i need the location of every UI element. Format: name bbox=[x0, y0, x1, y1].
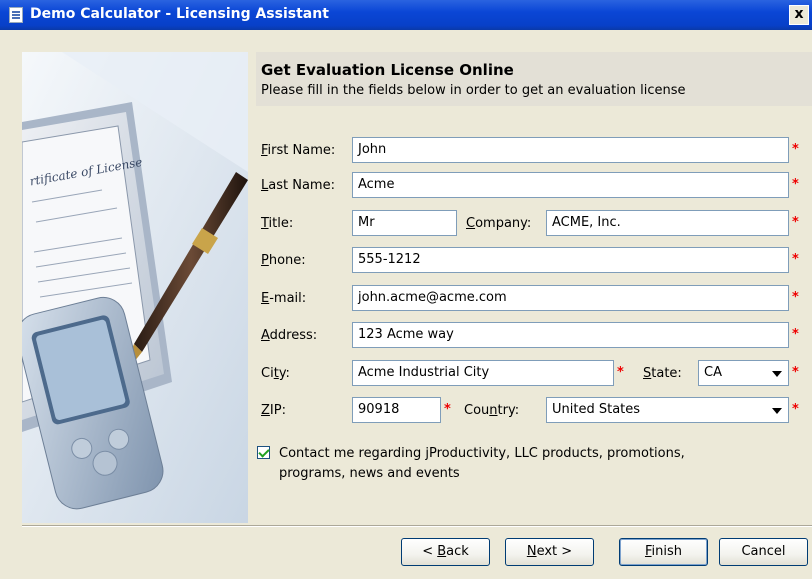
app-icon bbox=[9, 7, 23, 23]
required-marker: * bbox=[792, 290, 799, 305]
state-label: State: bbox=[643, 366, 682, 381]
email-label: E-mail: bbox=[261, 291, 307, 306]
title-bar: Demo Calculator - Licensing Assistant x bbox=[0, 0, 812, 30]
city-label: City: bbox=[261, 366, 290, 381]
contact-checkbox-label[interactable]: Contact me regarding jProductivity, LLC … bbox=[279, 444, 779, 484]
required-marker: * bbox=[792, 327, 799, 342]
title-label: Title: bbox=[261, 216, 294, 231]
required-marker: * bbox=[792, 177, 799, 192]
company-field[interactable]: ACME, Inc. bbox=[546, 210, 789, 236]
footer-divider bbox=[22, 525, 812, 527]
close-button[interactable]: x bbox=[789, 5, 809, 25]
required-marker: * bbox=[617, 365, 624, 380]
page-subtitle: Please fill in the fields below in order… bbox=[261, 83, 686, 98]
required-marker: * bbox=[792, 142, 799, 157]
phone-label: Phone: bbox=[261, 253, 306, 268]
page-title: Get Evaluation License Online bbox=[261, 61, 514, 79]
country-value: United States bbox=[552, 402, 641, 417]
finish-button[interactable]: Finish bbox=[619, 538, 708, 566]
first-name-field[interactable]: John bbox=[352, 137, 789, 163]
phone-field[interactable]: 555-1212 bbox=[352, 247, 789, 273]
city-field[interactable]: Acme Industrial City bbox=[352, 360, 614, 386]
certificate-pen-illustration: rtificate of License bbox=[22, 52, 248, 523]
chevron-down-icon bbox=[772, 371, 782, 377]
zip-label: ZIP: bbox=[261, 403, 286, 418]
contact-label-line1: Contact me regarding jProductivity, LLC … bbox=[279, 446, 685, 461]
cancel-button[interactable]: Cancel bbox=[719, 538, 808, 566]
required-marker: * bbox=[792, 365, 799, 380]
address-label: Address: bbox=[261, 328, 318, 343]
country-label: Country: bbox=[464, 403, 520, 418]
close-icon: x bbox=[794, 6, 804, 22]
email-field[interactable]: john.acme@acme.com bbox=[352, 285, 789, 311]
contact-checkbox[interactable] bbox=[257, 446, 270, 459]
back-button[interactable]: < Back bbox=[401, 538, 490, 566]
address-field[interactable]: 123 Acme way bbox=[352, 322, 789, 348]
wizard-illustration: rtificate of License bbox=[22, 52, 248, 523]
state-value: CA bbox=[704, 365, 722, 380]
required-marker: * bbox=[444, 402, 451, 417]
country-select[interactable]: United States bbox=[546, 397, 789, 423]
chevron-down-icon bbox=[772, 408, 782, 414]
first-name-label: First Name: bbox=[261, 143, 336, 158]
state-select[interactable]: CA bbox=[698, 360, 789, 386]
required-marker: * bbox=[792, 215, 799, 230]
required-marker: * bbox=[792, 252, 799, 267]
next-button[interactable]: Next > bbox=[505, 538, 594, 566]
last-name-field[interactable]: Acme bbox=[352, 172, 789, 198]
company-label: Company: bbox=[466, 216, 532, 231]
last-name-label: Last Name: bbox=[261, 178, 335, 193]
contact-label-line2: programs, news and events bbox=[279, 466, 460, 481]
zip-field[interactable]: 90918 bbox=[352, 397, 441, 423]
window-title: Demo Calculator - Licensing Assistant bbox=[30, 6, 329, 22]
required-marker: * bbox=[792, 402, 799, 417]
title-field[interactable]: Mr bbox=[352, 210, 457, 236]
